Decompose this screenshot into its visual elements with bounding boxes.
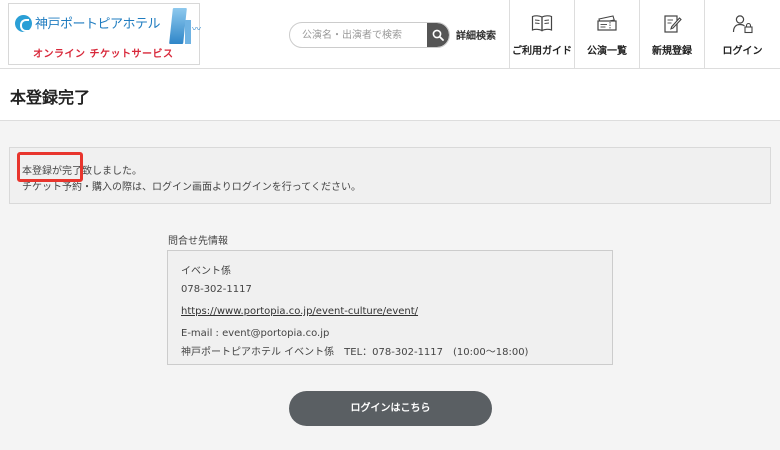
search-box	[289, 22, 450, 48]
book-icon	[531, 15, 553, 32]
contact-heading: 問合せ先情報	[168, 236, 228, 247]
search-input[interactable]	[290, 23, 428, 47]
contact-footer: 神戸ポートピアホテル イベント係 TEL：078-302-1117 (10:00…	[181, 347, 529, 358]
login-button[interactable]: ログインはこちら	[289, 391, 492, 426]
logo-mark-icon	[15, 15, 32, 32]
title-bar: 本登録完了	[0, 69, 780, 121]
wave-icon: 〰	[192, 25, 202, 35]
logo-subtitle: オンライン チケットサービス	[33, 49, 174, 60]
contact-email: E-mail : event@portopia.co.jp	[181, 328, 330, 339]
search-icon	[432, 29, 444, 41]
ticket-icon	[597, 15, 617, 31]
nav-guide-label: ご利用ガイド	[512, 46, 572, 57]
edit-icon	[664, 15, 682, 33]
contact-department: イベント係	[181, 266, 231, 277]
nav-register[interactable]: 新規登録	[639, 0, 704, 68]
page-title: 本登録完了	[10, 88, 91, 107]
completion-notice: 本登録が完了致しました。 チケット予約・購入の際は、ログイン画面よりログインを行…	[9, 147, 771, 204]
notice-message: 本登録が完了致しました。	[22, 166, 142, 177]
nav-login-label: ログイン	[722, 46, 763, 57]
notice-instruction: チケット予約・購入の際は、ログイン画面よりログインを行ってください。	[22, 182, 361, 193]
logo[interactable]: 神戸ポートピアホテル 〰 オンライン チケットサービス	[8, 3, 202, 65]
search-button[interactable]	[427, 23, 449, 47]
nav-performances-label: 公演一覧	[587, 46, 627, 57]
logo-name: 神戸ポートピアホテル	[35, 17, 161, 32]
contact-url-link[interactable]: https://www.portopia.co.jp/event-culture…	[181, 306, 418, 317]
contact-phone: 078-302-1117	[181, 284, 252, 295]
nav-performances[interactable]: 公演一覧	[574, 0, 639, 68]
nav-register-label: 新規登録	[652, 46, 692, 57]
nav-login[interactable]: ログイン	[704, 0, 780, 68]
user-lock-icon	[732, 15, 753, 34]
contact-box: イベント係 078-302-1117 https://www.portopia.…	[167, 250, 613, 365]
tower-annex-icon	[185, 20, 191, 44]
nav-guide[interactable]: ご利用ガイド	[509, 0, 574, 68]
advanced-search-link[interactable]: 詳細検索	[456, 27, 496, 42]
header: 神戸ポートピアホテル 〰 オンライン チケットサービス 詳細検索 ご利用ガイド	[0, 0, 780, 69]
